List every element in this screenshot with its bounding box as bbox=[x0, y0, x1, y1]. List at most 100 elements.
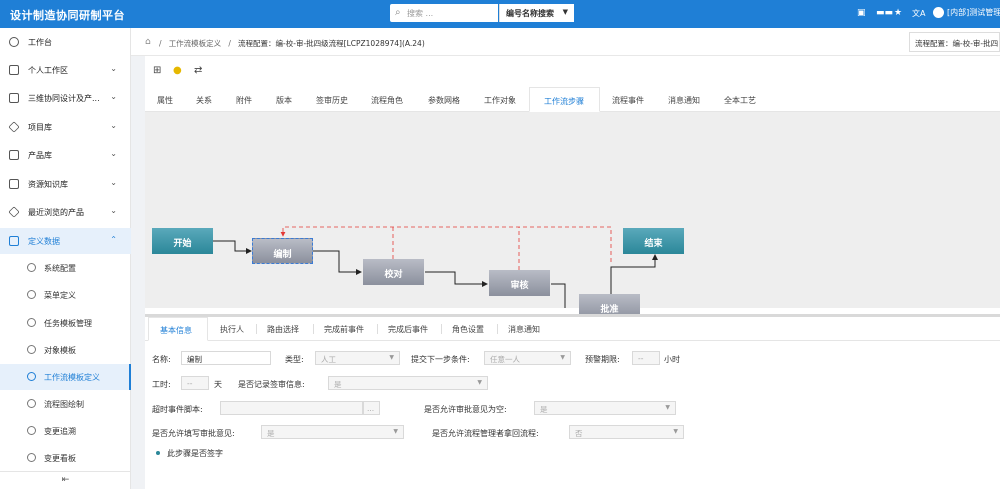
allow-reject-label: 是否允许流程管理者拿回流程: bbox=[432, 429, 539, 438]
tab-before-complete[interactable]: 完成前事件 bbox=[324, 317, 364, 341]
sidebar-item-recent[interactable]: 最近浏览的产品 ⌄ bbox=[0, 199, 131, 225]
sidebar-item-3d-design[interactable]: 三维协同设计及产... ⌄ bbox=[0, 85, 131, 111]
sidebar-subitem-menu-def[interactable]: 菜单定义 bbox=[0, 282, 131, 308]
sidebar-subitem-task-template[interactable]: 任务模板管理 bbox=[0, 310, 131, 336]
flow-node-end[interactable]: 结束 bbox=[623, 228, 684, 254]
sidebar-subitem-change-board[interactable]: 变更看板 bbox=[0, 445, 131, 471]
timeout-script-input[interactable] bbox=[220, 401, 363, 415]
home-icon[interactable]: ⌂ bbox=[145, 37, 151, 47]
tab-basic-info[interactable]: 基本信息 bbox=[148, 317, 208, 341]
sidebar-subitem-label: 任务模板管理 bbox=[44, 319, 92, 328]
tab-detail-messages[interactable]: 消息通知 bbox=[508, 317, 540, 341]
tab-divider bbox=[497, 324, 498, 334]
sidebar-subitem-workflow-template[interactable]: 工作流模板定义 bbox=[0, 364, 131, 390]
grid-icon[interactable]: ▬▬ bbox=[876, 8, 893, 18]
sidebar-subitem-flowchart[interactable]: 流程图绘制 bbox=[0, 391, 131, 417]
user-menu[interactable]: [内部]测试管理 bbox=[933, 7, 1000, 18]
refresh-icon[interactable]: ⇄ bbox=[194, 65, 202, 76]
tab-flow-events[interactable]: 流程事件 bbox=[612, 87, 644, 112]
sidebar-subitem-system-config[interactable]: 系统配置 bbox=[0, 255, 131, 281]
search-mode-select[interactable]: 编号名称搜索 ▼ bbox=[499, 4, 574, 22]
chevron-down-icon: ⌄ bbox=[110, 121, 117, 130]
tab-param-grid[interactable]: 参数网格 bbox=[428, 87, 460, 112]
sidebar-item-personal[interactable]: 个人工作区 ⌄ bbox=[0, 57, 131, 83]
tab-workflow-steps[interactable]: 工作流步骤 bbox=[529, 87, 600, 112]
sidebar-item-label: 定义数据 bbox=[28, 237, 60, 246]
top-bar: 设计制造协同研制平台 ⌕ 编号名称搜索 ▼ ▣ ▬▬ ★ 文A [内部]测试管理 bbox=[0, 0, 1000, 28]
flow-node-edit[interactable]: 编制 bbox=[252, 238, 313, 264]
screen-icon[interactable]: ▣ bbox=[857, 8, 866, 18]
open-tab-chip[interactable]: 流程配置：编-校-审-批四 bbox=[909, 32, 1000, 52]
flow-node-start[interactable]: 开始 bbox=[152, 228, 213, 254]
next-condition-select[interactable]: 任意一人 ▼ bbox=[484, 351, 571, 365]
tab-messages[interactable]: 消息通知 bbox=[668, 87, 700, 112]
allow-reject-select[interactable]: 否 ▼ bbox=[569, 425, 684, 439]
sidebar-subitem-label: 变更追溯 bbox=[44, 427, 76, 436]
sidebar: 工作台 个人工作区 ⌄ 三维协同设计及产... ⌄ 项目库 ⌄ 产品库 ⌄ 资源… bbox=[0, 28, 131, 489]
gear-icon bbox=[27, 372, 36, 381]
breadcrumb-item-workflow[interactable]: 工作流模板定义 bbox=[169, 39, 222, 48]
tab-process[interactable]: 全本工艺 bbox=[724, 87, 756, 112]
record-sign-select[interactable]: 是 ▼ bbox=[328, 376, 488, 390]
allow-fill-select[interactable]: 是 ▼ bbox=[261, 425, 404, 439]
timeout-script-browse-button[interactable]: ... bbox=[363, 401, 380, 415]
allow-empty-label: 是否允许审批意见为空: bbox=[424, 405, 507, 414]
translate-icon[interactable]: 文A bbox=[912, 8, 925, 19]
flow-connectors bbox=[213, 226, 658, 308]
layout-icon[interactable]: ⊞ bbox=[153, 65, 161, 76]
flow-node-check[interactable]: 校对 bbox=[363, 259, 424, 285]
tab-sign-history[interactable]: 签审历史 bbox=[316, 87, 348, 112]
tab-executors[interactable]: 执行人 bbox=[220, 317, 244, 341]
sidebar-item-label: 个人工作区 bbox=[28, 66, 68, 75]
connector-review-approve bbox=[551, 283, 566, 308]
warn-input[interactable]: -- bbox=[632, 351, 660, 365]
search-box[interactable]: ⌕ bbox=[390, 4, 498, 22]
detail-tabs: 基本信息 执行人 路由选择 完成前事件 完成后事件 角色设置 消息通知 bbox=[145, 317, 1000, 341]
tab-attachments[interactable]: 附件 bbox=[236, 87, 252, 112]
main-panel: ⊞ ● ⇄ 属性 关系 附件 版本 签审历史 流程角色 参数网格 工作对象 工作… bbox=[145, 56, 1000, 489]
tab-versions[interactable]: 版本 bbox=[276, 87, 292, 112]
sidebar-item-products[interactable]: 产品库 ⌄ bbox=[0, 142, 131, 168]
timeout-script-label: 超时事件脚本: bbox=[152, 405, 203, 414]
allow-fill-label: 是否允许填写审批意见: bbox=[152, 429, 235, 438]
tab-routing[interactable]: 路由选择 bbox=[267, 317, 299, 341]
flow-canvas[interactable]: 开始 编制 校对 审核 批准 结束 bbox=[145, 112, 1000, 320]
name-input[interactable]: 编制 bbox=[181, 351, 271, 365]
work-time-input[interactable]: -- bbox=[181, 376, 209, 390]
type-select[interactable]: 人工 ▼ bbox=[315, 351, 400, 365]
tab-roles[interactable]: 流程角色 bbox=[371, 87, 403, 112]
sidebar-item-projects[interactable]: 项目库 ⌄ bbox=[0, 114, 131, 140]
sidebar-subitem-label: 系统配置 bbox=[44, 264, 76, 273]
box-icon bbox=[9, 150, 19, 160]
sidebar-subitem-label: 工作流模板定义 bbox=[44, 373, 100, 382]
tab-after-complete[interactable]: 完成后事件 bbox=[388, 317, 428, 341]
collapse-sidebar-button[interactable]: ⇤ bbox=[0, 471, 131, 489]
gear-icon bbox=[27, 345, 36, 354]
sidebar-subitem-object-template[interactable]: 对象模板 bbox=[0, 337, 131, 363]
chevron-down-icon: ⌄ bbox=[110, 149, 117, 158]
sidebar-item-resources[interactable]: 资源知识库 ⌄ bbox=[0, 171, 131, 197]
sidebar-subitem-change-trace[interactable]: 变更追溯 bbox=[0, 418, 131, 444]
gear-icon bbox=[27, 453, 36, 462]
tab-properties[interactable]: 属性 bbox=[157, 87, 173, 112]
database-icon bbox=[9, 179, 19, 189]
folder-icon[interactable]: ● bbox=[173, 65, 182, 76]
tab-work-objects[interactable]: 工作对象 bbox=[484, 87, 516, 112]
search-mode-label: 编号名称搜索 bbox=[506, 9, 554, 18]
search-input[interactable] bbox=[407, 7, 493, 19]
record-sign-label: 是否记录签审信息: bbox=[238, 380, 305, 389]
allow-empty-select[interactable]: 是 ▼ bbox=[534, 401, 676, 415]
flow-node-review[interactable]: 审核 bbox=[489, 270, 550, 296]
sidebar-item-define-data[interactable]: 定义数据 ⌃ bbox=[0, 228, 131, 254]
tab-role-settings[interactable]: 角色设置 bbox=[452, 317, 484, 341]
sidebar-item-workbench[interactable]: 工作台 bbox=[0, 29, 131, 55]
work-time-unit: 天 bbox=[214, 380, 222, 389]
chevron-up-icon: ⌃ bbox=[110, 235, 117, 244]
chevron-down-icon: ⌄ bbox=[110, 92, 117, 101]
sidebar-subitem-label: 流程图绘制 bbox=[44, 400, 84, 409]
caret-down-icon: ▼ bbox=[665, 404, 670, 411]
tab-relations[interactable]: 关系 bbox=[196, 87, 212, 112]
star-icon[interactable]: ★ bbox=[894, 8, 902, 18]
connector-start-edit bbox=[213, 240, 252, 254]
name-label: 名称: bbox=[152, 355, 171, 364]
